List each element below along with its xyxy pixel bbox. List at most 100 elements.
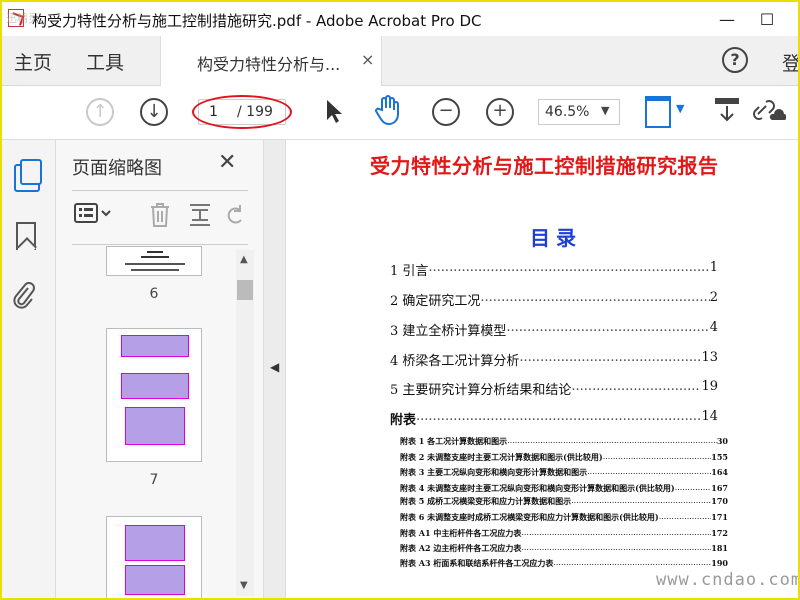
appendix-page: 167 (711, 483, 728, 493)
appendix-row[interactable]: 附表 4 未调整支座时主要工况纵向变形和横向变形计算数据和图示(供比较用) 167 (400, 483, 728, 494)
site-watermark: www.cndao.com (656, 570, 798, 590)
divider (72, 244, 248, 245)
fit-dropdown-chevron-icon[interactable]: ▼ (676, 102, 684, 115)
page-thumbnail-7[interactable] (106, 328, 202, 462)
diagram-image (121, 335, 189, 357)
toc-label: 2 确定研究工况 (390, 294, 481, 309)
thumbnail-label: 7 (149, 472, 159, 488)
appendix-page: 170 (711, 496, 728, 506)
app-window: 迅精灵 构受力特性分析与施工控制措施研究.pdf - Adobe Acrobat… (0, 0, 800, 600)
highlight-ellipse-annotation (192, 95, 292, 129)
toc-page: 1 (709, 260, 718, 275)
help-icon[interactable]: ? (722, 47, 748, 73)
appendix-page: 171 (711, 512, 728, 522)
attachments-paperclip-icon[interactable] (12, 280, 38, 309)
chevron-down-icon: ▼ (601, 104, 610, 117)
toc-page: 13 (701, 350, 718, 365)
scroll-down-arrow-icon[interactable]: ▼ (240, 580, 248, 591)
document-heading: 受力特性分析与施工控制措施研究报告 (370, 154, 719, 178)
appendix-row[interactable]: 附表 A2 边主桁杆件各工况应力表 181 (400, 543, 728, 554)
title-bar: 迅精灵 构受力特性分析与施工控制措施研究.pdf - Adobe Acrobat… (2, 2, 798, 36)
previous-page-button[interactable]: ↑ (86, 98, 114, 126)
page-thumbnail-6[interactable] (106, 246, 202, 276)
appendix-label: 附表 3 主要工况纵向变形和横向变形计算数据和图示 (400, 467, 588, 477)
appendix-page: 190 (711, 558, 728, 568)
tools-tab[interactable]: 工具 (86, 48, 124, 75)
appendix-row[interactable]: 附表 1 各工况计算数据和图示 30 (400, 436, 728, 447)
toc-page: 4 (709, 320, 718, 335)
appendix-page: 172 (711, 528, 728, 538)
appendix-page: 155 (711, 452, 728, 462)
zoom-out-button[interactable]: − (432, 98, 460, 126)
thumbnail-label: 6 (149, 286, 159, 302)
toc-page: 2 (709, 290, 718, 305)
toc-label: 4 桥梁各工况计算分析 (390, 354, 520, 369)
toc-row[interactable]: 4 桥梁各工况计算分析 13 (390, 350, 718, 369)
share-link-icon[interactable] (752, 96, 787, 130)
appendix-page: 181 (711, 543, 728, 553)
appendix-label: 附表 A3 桁面系和联结系杆件各工况应力表 (400, 558, 554, 568)
extract-page-icon[interactable] (188, 202, 212, 233)
hand-tool-icon[interactable] (374, 94, 402, 133)
thumbnail-scrollbar[interactable]: ▲ ▼ (236, 250, 254, 596)
appendix-row[interactable]: 附表 5 成桥工况横梁变形和应力计算数据和图示 170 (400, 496, 728, 507)
toc-row[interactable]: 5 主要研究计算分析结果和结论 19 (390, 379, 718, 398)
close-panel-icon[interactable]: ✕ (218, 150, 236, 175)
appendix-row[interactable]: 附表 3 主要工况纵向变形和横向变形计算数据和图示 164 (400, 467, 728, 478)
toc-page: 19 (701, 379, 718, 394)
window-title: 构受力特性分析与施工控制措施研究.pdf - Adobe Acrobat Pro… (32, 12, 482, 30)
scroll-mode-icon[interactable] (714, 96, 740, 130)
document-tab[interactable]: 构受力特性分析与... × (160, 36, 382, 86)
toc-label: 附表 (390, 413, 417, 428)
bookmarks-icon[interactable] (16, 222, 36, 250)
diagram-image (125, 407, 185, 445)
thumbnail-options-icon[interactable] (74, 202, 114, 229)
appendix-row[interactable]: 附表 A1 中主桁杆件各工况应力表 172 (400, 528, 728, 539)
close-tab-icon[interactable]: × (361, 50, 374, 69)
page-thumbnails-panel: 页面缩略图 ✕ 6 7 ▲ ▼ (56, 140, 264, 598)
chevron-left-icon: ◀ (270, 360, 280, 374)
collapse-panel-button[interactable]: ◀ (264, 140, 286, 598)
fit-page-icon[interactable] (645, 96, 671, 128)
diagram-image (125, 525, 185, 561)
diagram-image (125, 565, 185, 595)
menu-tab-bar: 主页 工具 构受力特性分析与... × ? 登 (2, 36, 798, 86)
toc-label: 3 建立全桥计算模型 (390, 324, 507, 339)
appendix-label: 附表 1 各工况计算数据和图示 (400, 436, 508, 446)
appendix-label: 附表 6 未调整支座时成桥工况横梁变形和应力计算数据和图示(供比较用) (400, 512, 659, 522)
sign-in-button[interactable]: 登 (782, 49, 798, 76)
scrollbar-thumb[interactable] (237, 280, 253, 300)
panel-title: 页面缩略图 (72, 158, 162, 179)
toc-label: 5 主要研究计算分析结果和结论 (390, 383, 572, 398)
toc-label: 1 引言 (390, 264, 429, 279)
select-pointer-icon[interactable] (324, 98, 344, 131)
appendix-label: 附表 2 未调整支座时主要工况计算数据和图示(供比较用) (400, 452, 603, 462)
appendix-page: 164 (711, 467, 728, 477)
document-view[interactable]: 受力特性分析与施工控制措施研究报告 目录 1 引言 1 2 确定研究工况 2 3 建… (286, 140, 798, 598)
zoom-level-dropdown[interactable]: 46.5% ▼ (538, 99, 620, 125)
document-tab-label: 构受力特性分析与... (197, 55, 341, 74)
maximize-button[interactable]: ☐ (744, 2, 790, 36)
toc-title: 目录 (530, 226, 582, 250)
rotate-page-icon[interactable] (226, 202, 246, 233)
home-tab[interactable]: 主页 (14, 48, 52, 75)
zoom-value: 46.5% (545, 104, 590, 120)
toc-row[interactable]: 2 确定研究工况 2 (390, 290, 718, 309)
toc-row[interactable]: 附表 14 (390, 409, 718, 428)
appendix-label: 附表 4 未调整支座时主要工况纵向变形和横向变形计算数据和图示(供比较用) (400, 483, 675, 493)
toc-row[interactable]: 1 引言 1 (390, 260, 718, 279)
toc-row[interactable]: 3 建立全桥计算模型 4 (390, 320, 718, 339)
zoom-in-button[interactable]: + (486, 98, 514, 126)
appendix-label: 附表 A1 中主桁杆件各工况应力表 (400, 528, 522, 538)
appendix-row[interactable]: 附表 6 未调整支座时成桥工况横梁变形和应力计算数据和图示(供比较用) 171 (400, 512, 728, 523)
appendix-row[interactable]: 附表 2 未调整支座时主要工况计算数据和图示(供比较用) 155 (400, 452, 728, 463)
appendix-row[interactable]: 附表 A3 桁面系和联结系杆件各工况应力表 190 (400, 558, 728, 569)
scroll-up-arrow-icon[interactable]: ▲ (240, 254, 248, 265)
page-thumbnail-8[interactable] (106, 516, 202, 598)
diagram-image (121, 373, 189, 399)
toolbar: ↑ ↓ 1 / 199 − + 46.5% ▼ ▼ (2, 86, 798, 140)
page-thumbnails-icon[interactable] (14, 159, 42, 192)
appendix-label: 附表 5 成桥工况横梁变形和应力计算数据和图示 (400, 496, 572, 506)
delete-page-icon[interactable] (148, 202, 172, 233)
next-page-button[interactable]: ↓ (140, 98, 168, 126)
